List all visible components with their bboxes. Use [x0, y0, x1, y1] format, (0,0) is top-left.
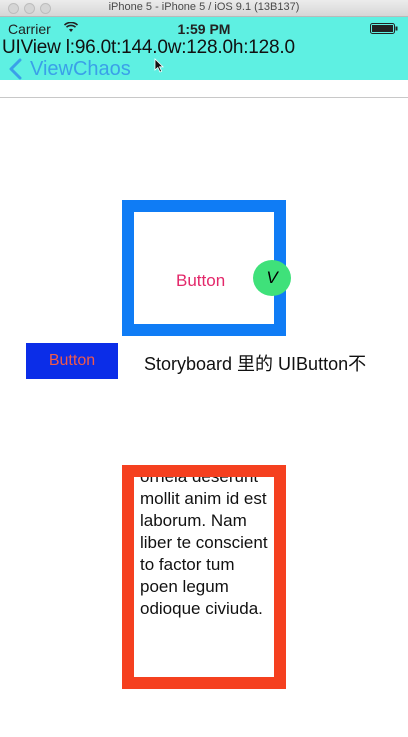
status-time: 1:59 PM: [177, 21, 231, 37]
back-button[interactable]: ViewChaos: [8, 57, 131, 81]
status-and-nav-bar: Carrier 1:59 PM UIView l:96.0t:144.0w:12…: [0, 17, 408, 80]
red-framed-text-view[interactable]: ornela deserunt mollit anim id est labor…: [122, 465, 286, 689]
simulator-titlebar: iPhone 5 - iPhone 5 / iOS 9.1 (13B137): [0, 0, 408, 17]
back-button-label: ViewChaos: [30, 57, 131, 80]
viewchaos-badge[interactable]: V: [253, 260, 291, 296]
chevron-left-icon: [9, 58, 22, 80]
window-title: iPhone 5 - iPhone 5 / iOS 9.1 (13B137): [108, 1, 300, 13]
storyboard-label: Storyboard 里的 UIButton不: [144, 354, 367, 374]
lorem-text: ornela deserunt mollit anim id est labor…: [140, 467, 268, 618]
left-button[interactable]: Button: [26, 343, 118, 379]
center-button[interactable]: Button: [176, 271, 225, 291]
nav-separator: [0, 97, 408, 98]
view-debug-overlay: UIView l:96.0t:144.0w:128.0h:128.0: [2, 37, 295, 58]
mouse-cursor-icon: [154, 58, 164, 73]
battery-icon: [370, 23, 398, 34]
